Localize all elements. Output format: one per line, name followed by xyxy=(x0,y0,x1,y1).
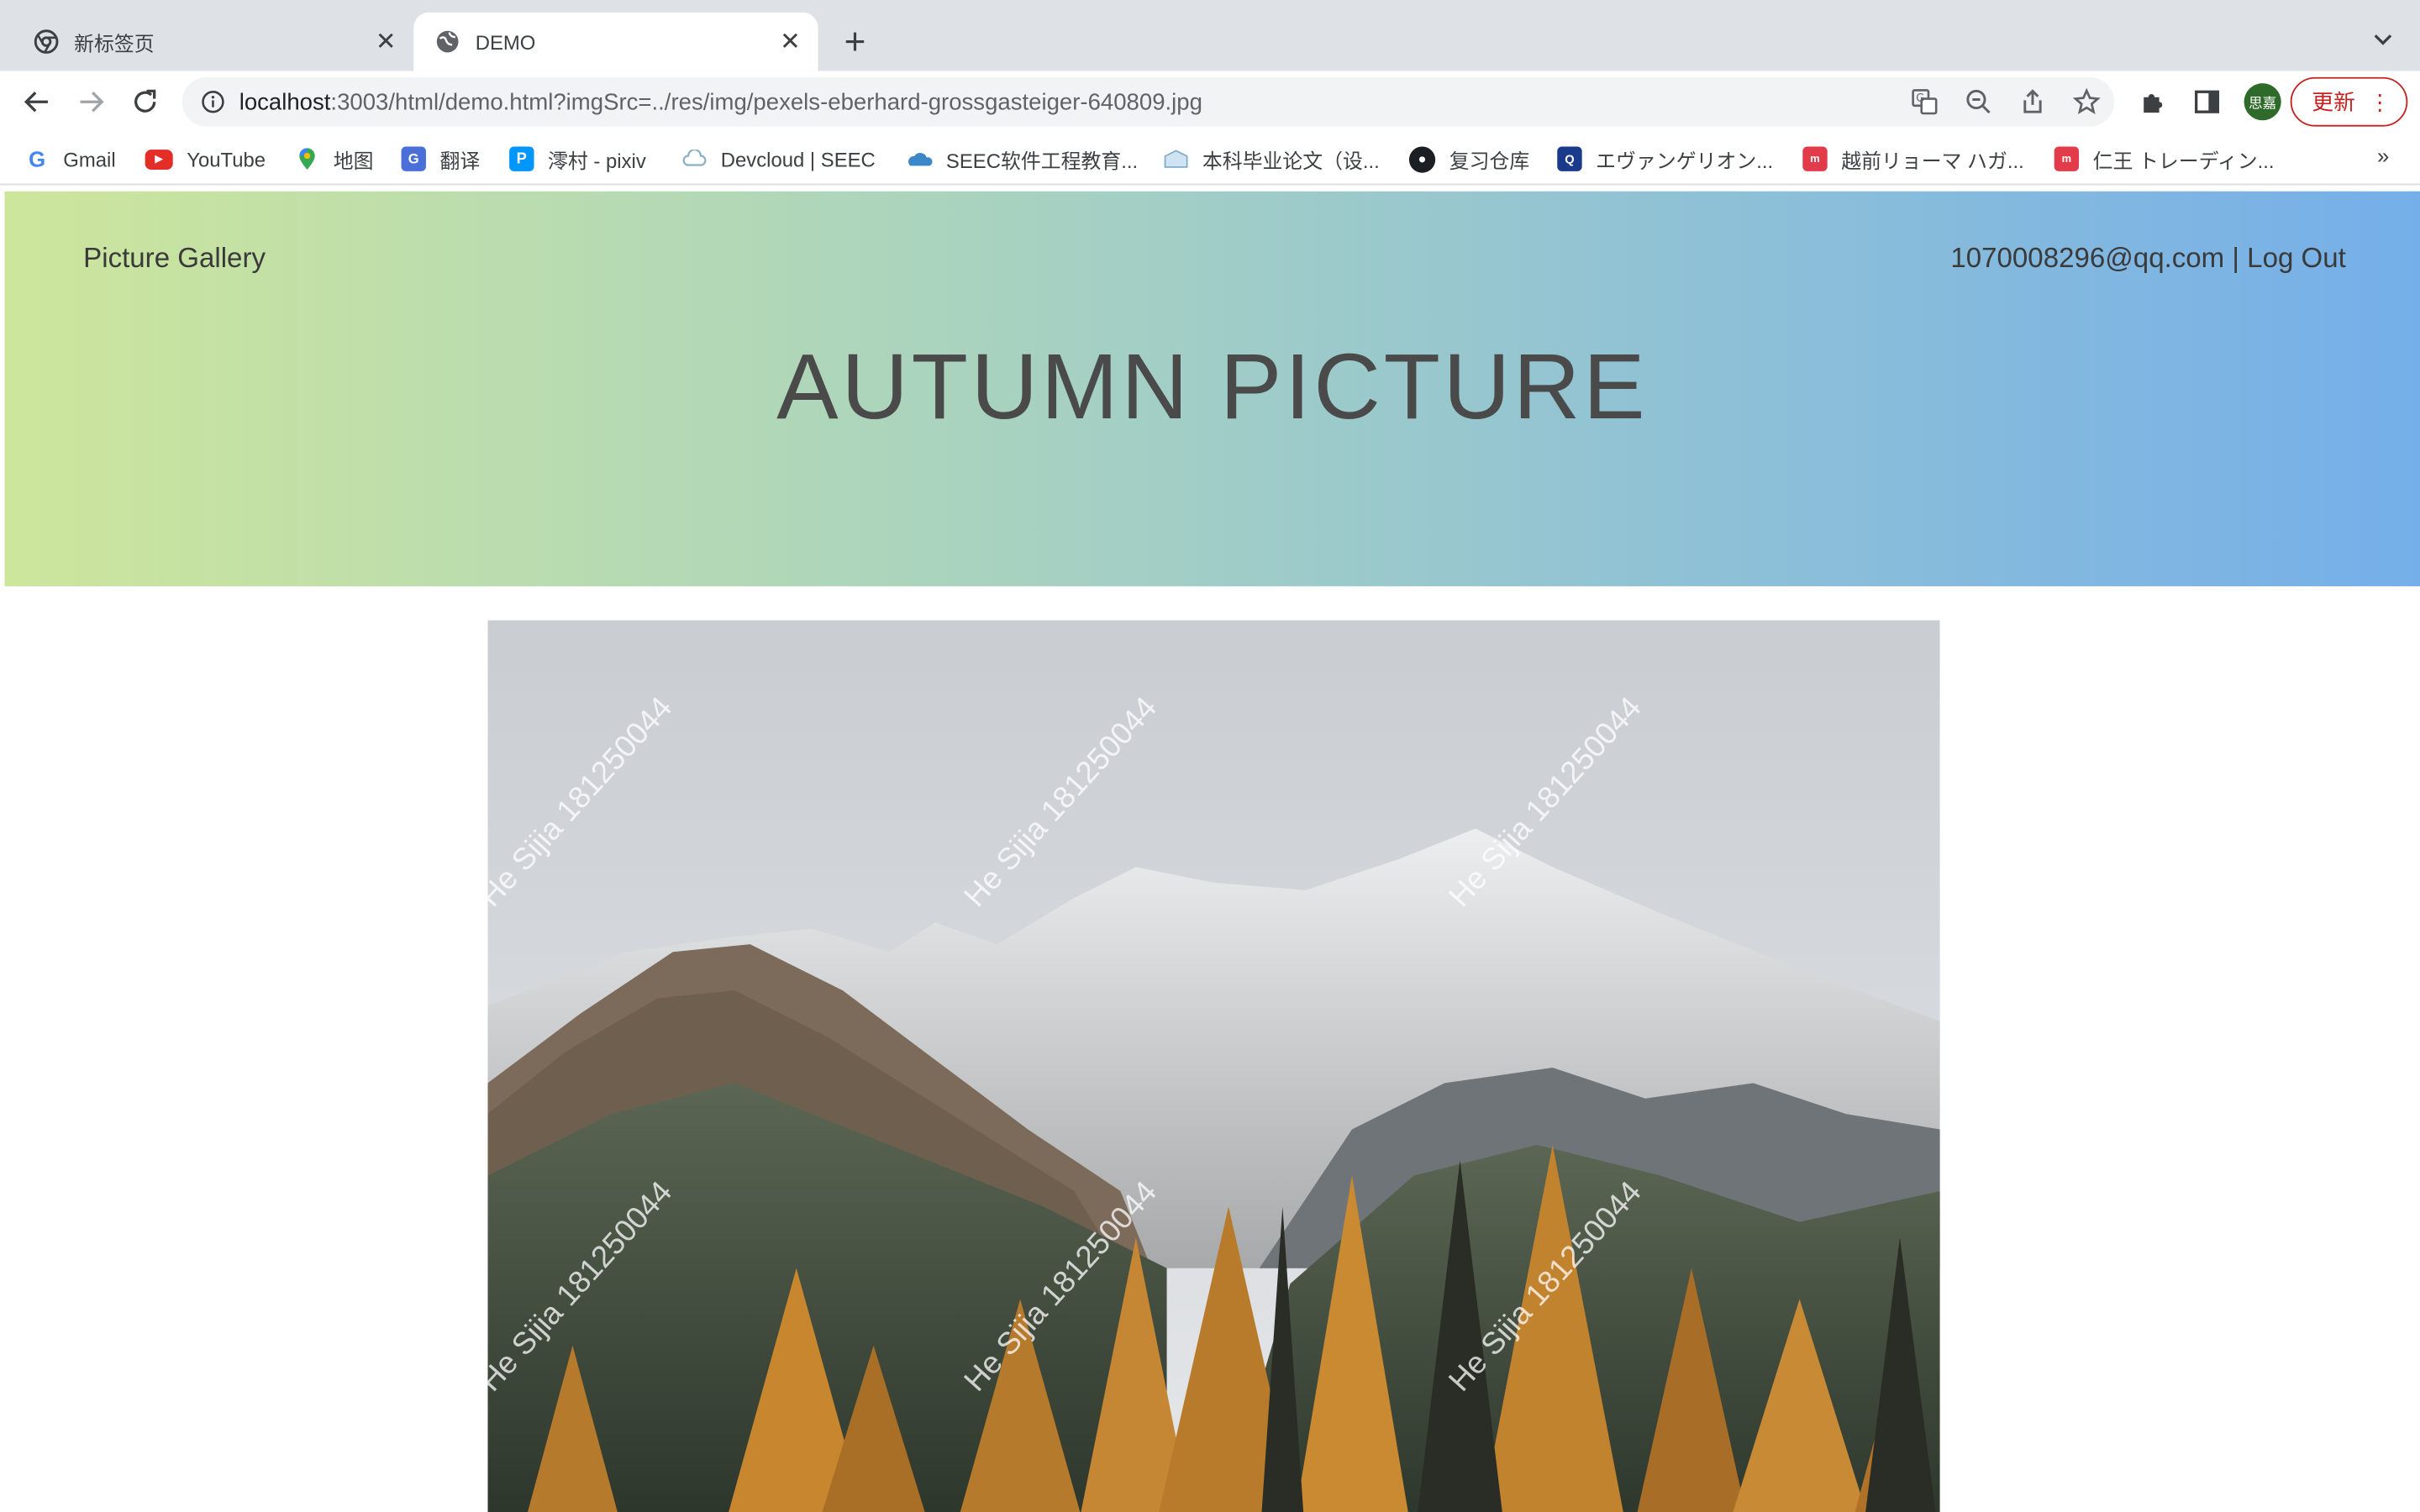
bookmark-ryoma[interactable]: m 越前リョーマ ハガ... xyxy=(1802,144,2024,175)
shop-icon: m xyxy=(2054,146,2080,171)
bookmarks-bar: G Gmail ▶ YouTube 地图 G 翻译 P 澪村 - pixiv D… xyxy=(0,132,2420,186)
tab-title: 新标签页 xyxy=(74,31,155,55)
chevron-down-icon[interactable] xyxy=(2368,24,2399,55)
account-links[interactable]: 1070008296@qq.com | Log Out xyxy=(1950,242,2345,275)
bookmark-pixiv[interactable]: P 澪村 - pixiv xyxy=(509,144,646,175)
profile-avatar[interactable]: 思嘉 xyxy=(2244,83,2281,121)
tab-strip: 新标签页 ✕ DEMO ✕ + xyxy=(0,0,2420,71)
reload-button[interactable] xyxy=(127,83,164,120)
arrow-right-icon xyxy=(80,92,104,113)
star-icon[interactable] xyxy=(2071,87,2102,118)
tab-title: DEMO xyxy=(475,29,536,54)
shop-icon: m xyxy=(1802,146,1828,171)
extensions-icon[interactable] xyxy=(2136,85,2170,118)
zoom-out-icon[interactable] xyxy=(1963,87,1994,118)
translate-icon: G xyxy=(401,146,426,171)
svg-text:G: G xyxy=(1916,92,1924,105)
browser-toolbar: localhost:3003/html/demo.html?imgSrc=../… xyxy=(0,71,2420,133)
thesis-icon xyxy=(1164,146,1188,171)
update-button[interactable]: 更新 ⋮ xyxy=(2290,76,2408,127)
info-icon[interactable] xyxy=(201,90,225,114)
bookmarks-overflow-button[interactable]: » xyxy=(2377,144,2389,168)
youtube-icon: ▶ xyxy=(145,149,173,170)
github-icon: ● xyxy=(1408,145,1436,172)
address-bar[interactable]: localhost:3003/html/demo.html?imgSrc=../… xyxy=(182,76,2115,127)
bookmark-maps[interactable]: 地图 xyxy=(295,144,374,175)
gallery-image: He Sijia 181250044 He Sijia 181250044 He… xyxy=(487,620,1940,1512)
bookmark-youtube[interactable]: ▶ YouTube xyxy=(145,144,266,175)
forward-button[interactable] xyxy=(72,83,109,120)
back-button[interactable] xyxy=(18,83,55,120)
tab-demo[interactable]: DEMO ✕ xyxy=(413,12,818,71)
mountain-landscape-image xyxy=(487,620,1940,1512)
close-icon[interactable]: ✕ xyxy=(775,26,806,57)
bookmark-thesis[interactable]: 本科毕业论文（设... xyxy=(1164,144,1380,175)
url-text[interactable]: localhost:3003/html/demo.html?imgSrc=../… xyxy=(239,89,1202,115)
eva-icon: Q xyxy=(1557,146,1582,171)
arrow-left-icon xyxy=(24,92,48,113)
translate-icon[interactable]: G xyxy=(1909,87,1940,118)
side-panel-icon[interactable] xyxy=(2190,85,2223,118)
gmail-icon: G xyxy=(29,146,46,171)
chrome-icon xyxy=(34,29,59,54)
bookmark-gmail[interactable]: G Gmail xyxy=(24,144,116,175)
new-tab-button[interactable]: + xyxy=(834,22,876,65)
bookmark-translate[interactable]: G 翻译 xyxy=(401,144,480,175)
tab-new-tab[interactable]: 新标签页 ✕ xyxy=(0,13,413,71)
brand-link[interactable]: Picture Gallery xyxy=(83,242,266,275)
cloud-icon xyxy=(682,146,707,171)
header-banner: Picture Gallery 1070008296@qq.com | Log … xyxy=(4,191,2420,586)
close-icon[interactable]: ✕ xyxy=(371,26,402,57)
bookmark-nioh[interactable]: m 仁王 トレーディン... xyxy=(2054,144,2275,175)
maps-icon xyxy=(295,146,319,171)
share-icon[interactable] xyxy=(2018,87,2049,118)
bookmark-github[interactable]: ● 复习仓库 xyxy=(1408,144,1529,175)
seec-icon xyxy=(908,146,933,171)
page-content: Picture Gallery 1070008296@qq.com | Log … xyxy=(0,186,2420,1512)
bookmark-seec[interactable]: SEEC软件工程教育... xyxy=(908,144,1138,175)
page-title: AUTUMN PICTURE xyxy=(776,334,1649,438)
pixiv-icon: P xyxy=(509,146,534,171)
globe-icon xyxy=(435,29,460,54)
bookmark-devcloud[interactable]: Devcloud | SEEC xyxy=(682,144,876,175)
bookmark-eva[interactable]: Q エヴァンゲリオン... xyxy=(1557,144,1773,175)
more-icon[interactable]: ⋮ xyxy=(2369,88,2391,116)
reload-icon xyxy=(134,89,156,113)
